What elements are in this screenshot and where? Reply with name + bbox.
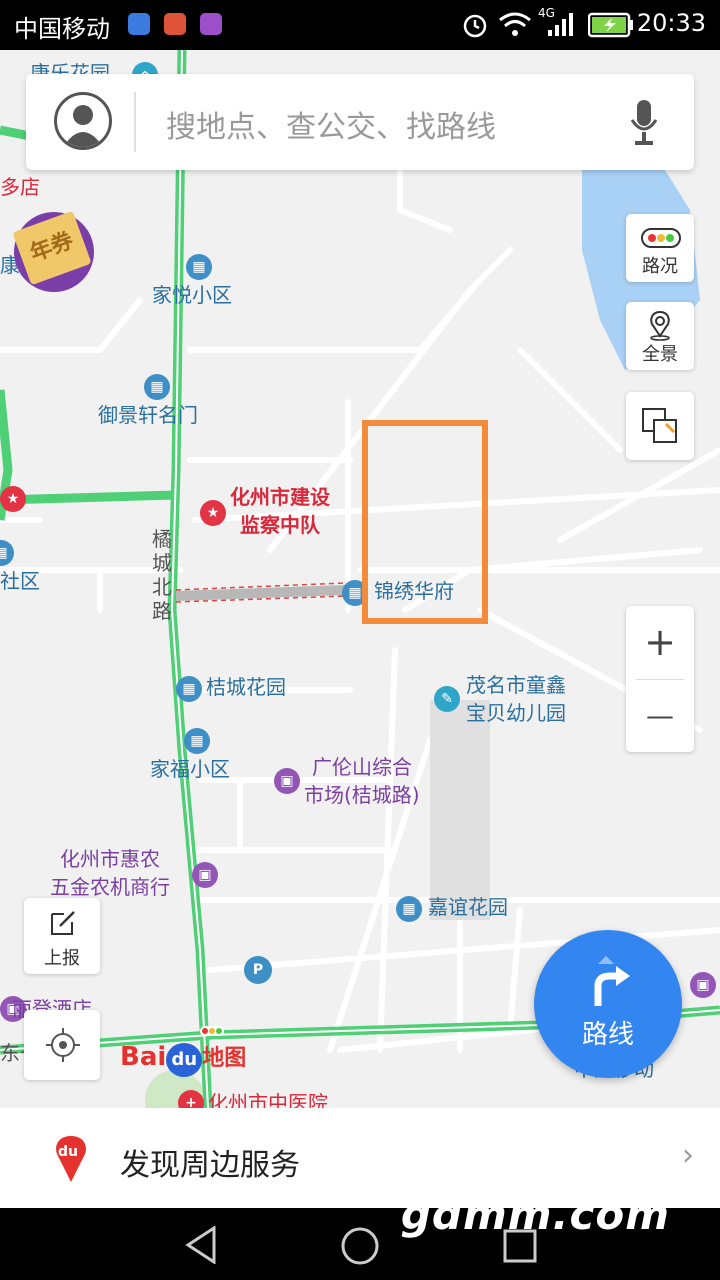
school-icon[interactable]: ✎: [434, 686, 460, 712]
search-bar[interactable]: 搜地点、查公交、找路线: [26, 74, 694, 170]
street-label: 路: [152, 599, 172, 623]
gallery-app-icon: [200, 13, 222, 35]
navigation-bar: gdmm.com: [0, 1190, 720, 1280]
alarm-icon: [463, 14, 487, 38]
shopping-icon[interactable]: ▣: [192, 862, 218, 888]
recents-icon[interactable]: [502, 1228, 538, 1264]
divider: [134, 92, 136, 152]
route-label: 路线: [581, 1020, 634, 1050]
map-label[interactable]: 茂名市童鑫: [466, 672, 566, 698]
shopping-icon[interactable]: ▣: [274, 768, 300, 794]
avatar-icon[interactable]: [54, 92, 112, 150]
highlight-box: [362, 420, 488, 624]
residential-icon[interactable]: ▦: [184, 728, 210, 754]
residential-icon[interactable]: ▦: [144, 374, 170, 400]
panorama-label: 全景: [642, 344, 678, 365]
back-icon[interactable]: [184, 1226, 218, 1264]
map-label[interactable]: 嘉谊花园: [428, 894, 508, 920]
traffic-button[interactable]: 路况: [626, 214, 694, 282]
pin-text: du: [58, 1144, 78, 1160]
map-app-icon: [128, 13, 150, 35]
map-label[interactable]: 御景轩名门: [98, 402, 198, 428]
baidu-logo: Bai du 地图: [120, 1040, 247, 1077]
map-label[interactable]: 广伦山综合: [312, 754, 412, 780]
battery-icon: [588, 12, 633, 38]
map-label[interactable]: 化州市中医院: [208, 1090, 328, 1108]
layers-button[interactable]: [626, 392, 694, 460]
home-icon[interactable]: [340, 1226, 380, 1266]
microphone-icon[interactable]: [630, 100, 658, 146]
map-label[interactable]: 家福小区: [150, 756, 230, 782]
layers-icon: [642, 408, 677, 443]
street-label: 城: [152, 551, 172, 575]
map-label[interactable]: 化州市惠农: [60, 846, 160, 872]
status-bar: 中国移动 4G 20:33: [0, 0, 720, 50]
turn-arrow-icon: [594, 956, 630, 1006]
map-label[interactable]: 宝贝幼儿园: [466, 700, 566, 726]
map-label[interactable]: 监察中队: [240, 512, 320, 538]
map-label[interactable]: 市场(桔城路): [304, 782, 420, 808]
map-label[interactable]: 五金农机商行: [50, 874, 170, 900]
street-label: 北: [152, 575, 172, 599]
logo-text: Bai: [120, 1042, 167, 1072]
zoom-in-button[interactable]: +: [626, 606, 694, 678]
coupon-badge[interactable]: 年券: [12, 210, 94, 292]
location-pin-icon: [650, 310, 670, 341]
locate-button[interactable]: [24, 1010, 100, 1080]
street-label: 橘: [152, 527, 172, 551]
zoom-out-button[interactable]: —: [626, 680, 694, 752]
map-label: 多店: [0, 175, 40, 199]
report-button[interactable]: 上报: [24, 898, 100, 974]
map-label[interactable]: 化州市建设: [230, 484, 330, 510]
government-icon[interactable]: ★: [200, 500, 226, 526]
chevron-right-icon: ›: [682, 1138, 694, 1173]
clock: 20:33: [636, 9, 706, 37]
edit-icon: [51, 911, 75, 935]
wifi-icon: [499, 12, 531, 36]
map-label[interactable]: 家悦小区: [152, 282, 232, 308]
mail-app-icon: [164, 13, 186, 35]
shopping-icon[interactable]: ▣: [690, 972, 716, 998]
residential-icon[interactable]: ▦: [176, 676, 202, 702]
residential-icon[interactable]: ▦: [186, 254, 212, 280]
carrier-name: 中国移动: [14, 15, 110, 43]
traffic-label: 路况: [642, 256, 678, 277]
route-button[interactable]: 路线: [534, 930, 682, 1078]
traffic-light-icon: [641, 228, 681, 248]
search-input[interactable]: 搜地点、查公交、找路线: [166, 102, 496, 146]
paw-icon: du: [166, 1043, 203, 1077]
government-icon[interactable]: ★: [0, 486, 26, 512]
zoom-control: + —: [626, 606, 694, 752]
report-label: 上报: [44, 948, 80, 969]
map-label[interactable]: 桔城花园: [206, 674, 286, 700]
map-label[interactable]: 社区: [0, 568, 40, 594]
parking-icon[interactable]: P: [244, 956, 272, 984]
residential-icon[interactable]: ▦: [396, 896, 422, 922]
logo-text: 地图: [202, 1046, 247, 1071]
crosshair-icon: [46, 1028, 80, 1062]
panorama-button[interactable]: 全景: [626, 302, 694, 370]
signal-icon: [548, 13, 573, 36]
nearby-services-label: 发现周边服务: [120, 1148, 300, 1183]
